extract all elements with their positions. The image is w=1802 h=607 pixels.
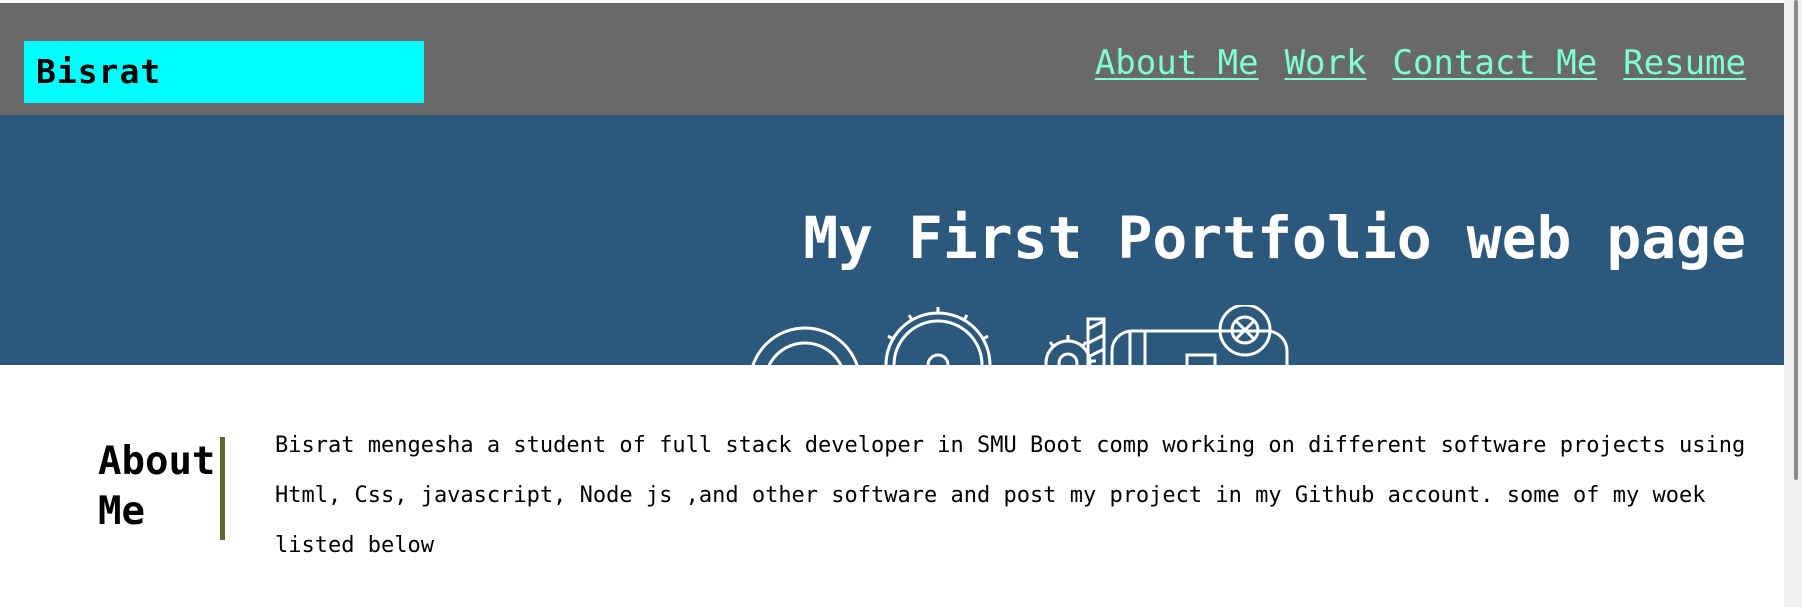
nav-link-contact-me[interactable]: Contact Me	[1392, 39, 1597, 87]
circle-outline-icon	[751, 326, 859, 365]
about-text: Bisrat mengesha a student of full stack …	[275, 433, 1746, 558]
nav-link-work[interactable]: Work	[1285, 39, 1367, 87]
hero-title: My First Portfolio web page	[803, 204, 1746, 272]
about-heading: About Me	[98, 439, 216, 534]
nav-link-resume[interactable]: Resume	[1623, 39, 1746, 87]
nav-link-about-me[interactable]: About Me	[1095, 39, 1259, 87]
gear-outline-icon	[884, 307, 992, 365]
machine-outline-icon	[1044, 305, 1289, 365]
logo-text: Bisrat	[36, 52, 162, 91]
scrollbar-track[interactable]	[1784, 0, 1802, 607]
main-nav: About Me Work Contact Me Resume	[1095, 39, 1746, 87]
hero-illustration	[751, 305, 1289, 365]
about-section: About Me Bisrat mengesha a student of fu…	[0, 365, 1784, 607]
scrollbar-thumb[interactable]	[1794, 0, 1798, 480]
page: Bisrat About Me Work Contact Me Resume M…	[0, 0, 1802, 607]
hero-banner: My First Portfolio web page	[0, 115, 1784, 365]
site-header: Bisrat About Me Work Contact Me Resume	[0, 3, 1784, 115]
about-divider	[220, 437, 225, 540]
logo-box: Bisrat	[24, 41, 424, 103]
